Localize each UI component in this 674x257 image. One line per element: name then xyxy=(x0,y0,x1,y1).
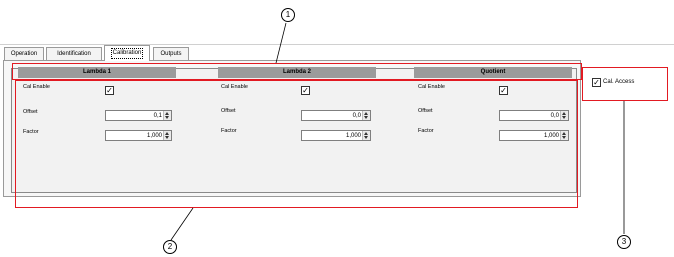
callout-2: 2 xyxy=(163,240,177,254)
tab-calibration[interactable]: Calibration xyxy=(104,45,150,61)
tab-calibration-label: Calibration xyxy=(110,48,144,59)
callout-lines xyxy=(170,22,625,241)
callout-3: 3 xyxy=(617,235,631,249)
callout-1: 1 xyxy=(281,8,295,22)
